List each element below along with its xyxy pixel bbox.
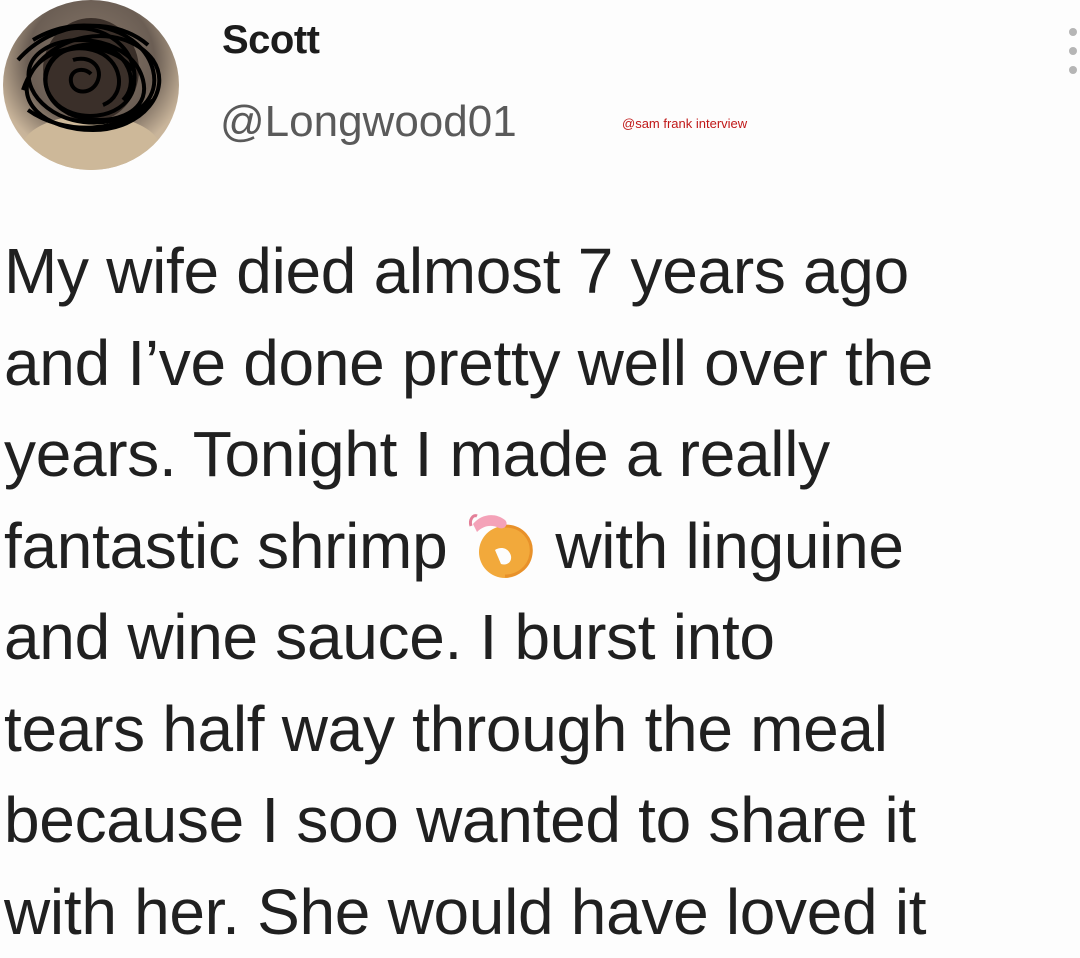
tweet-line: years. Tonight I made a really [4, 409, 1080, 501]
tweet-line: and I’ve done pretty well over the [4, 318, 1080, 410]
tweet-card: Scott @Longwood01 @sam frank interview M… [0, 0, 1080, 924]
author-name[interactable]: Scott [222, 18, 320, 63]
tweet-line: tears half way through the meal [4, 684, 1080, 776]
avatar-scribble-icon [3, 0, 179, 170]
tweet-text-segment: with linguine [555, 510, 903, 582]
more-vertical-icon[interactable] [1066, 28, 1080, 74]
tweet-line: with her. She would have loved it [4, 867, 1080, 958]
avatar[interactable] [3, 0, 179, 170]
tweet-text-segment: fantastic shrimp [4, 510, 447, 582]
author-handle[interactable]: @Longwood01 [220, 97, 517, 147]
tweet-line: and wine sauce. I burst into [4, 592, 1080, 684]
tweet-line: because I soo wanted to share it [4, 775, 1080, 867]
shrimp-icon [465, 506, 539, 580]
tweet-body: My wife died almost 7 years ago and I’ve… [4, 226, 1080, 958]
watermark-text: @sam frank interview [622, 116, 747, 131]
tweet-line-with-emoji: fantastic shrimp with linguine [4, 501, 1080, 593]
tweet-line: My wife died almost 7 years ago [4, 226, 1080, 318]
